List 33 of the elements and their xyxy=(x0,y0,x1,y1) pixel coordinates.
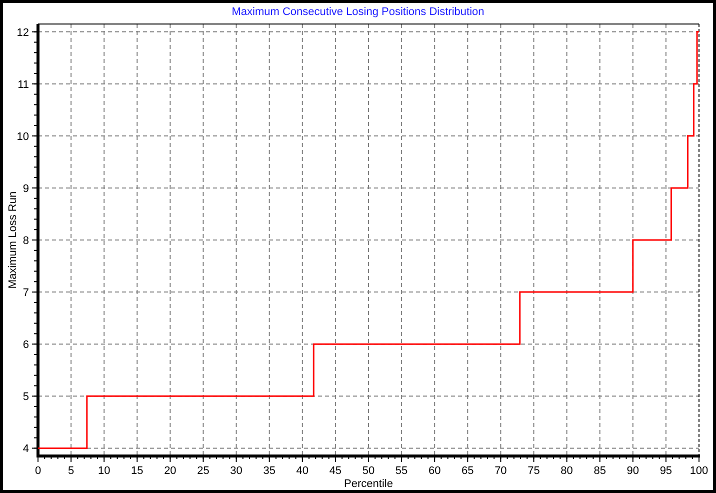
y-tick-label: 12 xyxy=(16,26,29,39)
x-tick-label: 30 xyxy=(230,465,242,477)
x-tick-label: 70 xyxy=(494,465,507,477)
x-tick-label: 35 xyxy=(263,465,276,477)
y-tick-label: 9 xyxy=(22,182,29,195)
y-tick-label: 11 xyxy=(18,78,29,91)
y-tick-label: 10 xyxy=(16,130,29,143)
y-axis-label: Maximum Loss Run xyxy=(7,191,19,289)
x-tick-label: 100 xyxy=(690,465,708,477)
x-tick-label: 95 xyxy=(660,465,672,477)
y-tick-label: 8 xyxy=(22,235,29,247)
x-tick-label: 80 xyxy=(560,465,573,477)
x-tick-label: 50 xyxy=(362,465,375,477)
x-tick-label: 45 xyxy=(329,465,342,477)
y-tick-label: 7 xyxy=(22,287,29,300)
y-tick-label: 5 xyxy=(22,391,29,404)
y-tick-label: 6 xyxy=(22,339,29,352)
x-tick-label: 0 xyxy=(34,465,42,477)
x-axis-label: Percentile xyxy=(344,478,393,490)
x-tick-label: 55 xyxy=(395,465,408,477)
x-tick-label: 40 xyxy=(296,465,309,477)
chart-title: Maximum Consecutive Losing Positions Distribution xyxy=(232,5,484,20)
x-tick-label: 25 xyxy=(197,465,210,477)
x-tick-label: 90 xyxy=(626,465,640,477)
x-tick-label: 75 xyxy=(528,465,540,477)
x-tick-label: 85 xyxy=(594,465,606,477)
y-tick-label: 4 xyxy=(22,443,29,456)
x-tick-label: 5 xyxy=(68,465,74,477)
x-tick-label: 10 xyxy=(98,465,110,477)
x-tick-label: 15 xyxy=(131,465,144,477)
x-tick-label: 60 xyxy=(428,465,441,477)
x-tick-label: 20 xyxy=(164,465,176,477)
x-tick-label: 65 xyxy=(462,465,474,477)
